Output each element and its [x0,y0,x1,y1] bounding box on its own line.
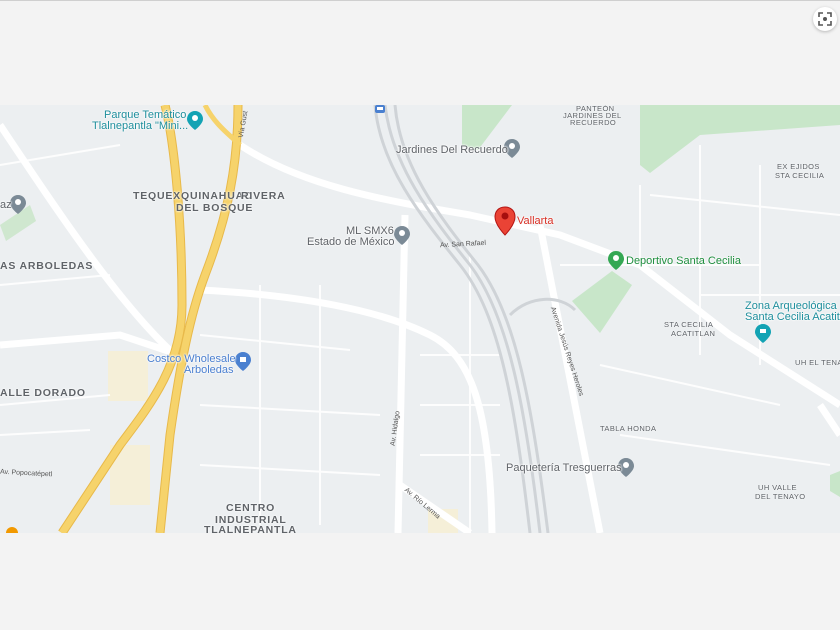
fullscreen-icon [818,12,832,26]
top-border [0,0,840,1]
fullscreen-button[interactable] [813,7,837,31]
place-label[interactable]: Arboledas [184,364,234,376]
area-label: DEL TENAYO [755,492,806,501]
park-right-edge [830,471,840,497]
area-label: TABLA HONDA [600,424,657,433]
industrial-patch-1 [108,351,148,401]
transit-icon [375,105,385,113]
place-label[interactable]: Vallarta [517,215,553,227]
place-label[interactable]: Paquetería Tresguerras [506,462,622,474]
marker-parque-tematico[interactable] [187,111,203,130]
marker-vallarta[interactable] [494,206,516,236]
park-deportivo [572,271,632,333]
place-label[interactable]: az [0,199,12,211]
area-label: TEQUEXQUINAHUAC [133,190,253,202]
area-label: EX EJIDOS [777,162,820,171]
place-label[interactable]: Deportivo Santa Cecilia [626,255,741,267]
marker-orange-partial [6,527,18,533]
map-canvas[interactable]: TEQUEXQUINAHUAC RIVERA DEL BOSQUE AS ARB… [0,105,840,533]
area-label: UH VALLE [758,483,797,492]
marker-costco[interactable] [235,352,251,371]
area-label: STA CECILIA [664,320,714,329]
area-label: TLALNEPANTLA [204,524,297,533]
place-label[interactable]: Tlalnepantla "Mini... [92,120,188,132]
area-label: RECUERDO [570,118,617,127]
area-label: RIVERA [241,190,286,202]
area-label: UH EL TENA [795,358,840,367]
marker-deportivo[interactable] [608,251,624,270]
area-label: STA CECILIA [775,171,825,180]
area-label: CENTRO [226,502,276,514]
area-label: ALLE DORADO [0,387,86,399]
map-base [0,105,840,533]
place-label[interactable]: Santa Cecilia Acatitl [745,311,840,323]
place-label[interactable]: Jardines Del Recuerdo [396,144,508,156]
marker-zona-arqueologica[interactable] [755,324,771,343]
highways [58,105,243,533]
area-label: AS ARBOLEDAS [0,260,94,272]
place-label[interactable]: Estado de México [307,236,394,248]
area-label: ACATITLAN [671,329,716,338]
area-label: DEL BOSQUE [176,202,254,214]
